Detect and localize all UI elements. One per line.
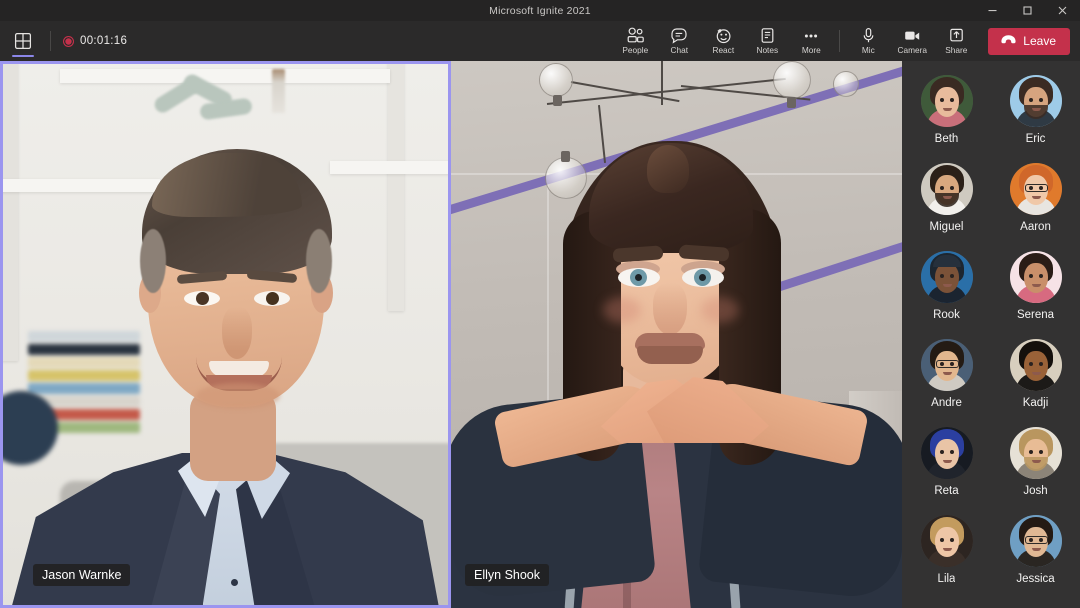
participant-roster: Beth Eric Miguel Aaron Rook Serena Andre Kadji R…: [902, 61, 1080, 608]
roster-participant-name: Kadji: [1022, 397, 1049, 409]
roster-participant-name: Miguel: [929, 221, 964, 233]
share-button[interactable]: Share: [934, 21, 978, 61]
roster-participant[interactable]: Miguel: [902, 159, 991, 247]
participant-name-label: Ellyn Shook: [465, 564, 550, 586]
people-icon: [626, 27, 645, 44]
more-label: More: [801, 45, 821, 55]
avatar: [920, 163, 973, 215]
camera-label: Camera: [897, 45, 928, 55]
avatar: [920, 251, 973, 303]
roster-participant-name: Jessica: [1016, 573, 1055, 585]
gallery-layout-icon: [14, 32, 32, 50]
mic-button[interactable]: Mic: [846, 21, 890, 61]
maximize-button[interactable]: [1010, 0, 1045, 21]
recording-timer: 00:01:16: [80, 35, 128, 47]
window-titlebar: Microsoft Ignite 2021: [0, 0, 1080, 21]
roster-participant[interactable]: Aaron: [991, 159, 1080, 247]
chat-button[interactable]: Chat: [657, 21, 701, 61]
more-button[interactable]: More: [789, 21, 833, 61]
video-stage: Jason Warnke Ellyn Shook: [0, 61, 902, 608]
teams-meeting-window: Microsoft Ignite 2021 00:01:16 People Ch…: [0, 0, 1080, 608]
roster-participant-name: Reta: [934, 485, 959, 497]
tile-avatar-feed: [451, 61, 902, 608]
avatar: [920, 427, 973, 479]
roster-participant-name: Eric: [1025, 133, 1046, 145]
roster-participant[interactable]: Josh: [991, 423, 1080, 511]
camera-button[interactable]: Camera: [890, 21, 934, 61]
avatar: [1009, 75, 1062, 127]
leave-button[interactable]: Leave: [988, 27, 1070, 55]
react-icon: [714, 27, 733, 44]
chat-icon: [670, 27, 688, 44]
video-tile-jason-warnke[interactable]: Jason Warnke: [0, 61, 451, 608]
roster-participant[interactable]: Serena: [991, 247, 1080, 335]
window-title: Microsoft Ignite 2021: [489, 4, 591, 17]
video-tile-ellyn-shook[interactable]: Ellyn Shook: [451, 61, 902, 608]
chat-label: Chat: [670, 45, 689, 55]
minimize-button[interactable]: [975, 0, 1010, 21]
roster-participant-name: Aaron: [1020, 221, 1051, 233]
mic-label: Mic: [861, 45, 875, 55]
avatar: [1009, 339, 1062, 391]
avatar: [1009, 515, 1062, 567]
roster-participant[interactable]: Beth: [902, 71, 991, 159]
avatar: [920, 75, 973, 127]
roster-participant[interactable]: Rook: [902, 247, 991, 335]
roster-participant[interactable]: Andre: [902, 335, 991, 423]
camera-icon: [903, 27, 922, 44]
roster-participant[interactable]: Kadji: [991, 335, 1080, 423]
recording-indicator-icon: [63, 35, 74, 47]
meeting-action-bar: 00:01:16 People Chat React Notes More Mi…: [0, 21, 1080, 61]
share-screen-icon: [948, 27, 965, 44]
roster-participant[interactable]: Jessica: [991, 511, 1080, 599]
window-controls: [975, 0, 1080, 21]
layout-active-indicator: [12, 55, 34, 57]
recording-status: 00:01:16: [55, 21, 135, 61]
avatar: [920, 515, 973, 567]
controls-divider: [839, 30, 841, 52]
roster-participant-name: Rook: [933, 309, 960, 321]
avatar: [1009, 163, 1062, 215]
action-bar-controls: People Chat React Notes More Mic Camera …: [613, 21, 1080, 61]
microphone-icon: [861, 27, 876, 44]
hangup-icon: [1000, 34, 1017, 48]
roster-participant-name: Beth: [934, 133, 959, 145]
roster-participant[interactable]: Lila: [902, 511, 991, 599]
avatar: [920, 339, 973, 391]
people-button[interactable]: People: [613, 21, 657, 61]
avatar: [1009, 251, 1062, 303]
tile-video-feed: [0, 61, 451, 608]
roster-participant-name: Lila: [937, 573, 956, 585]
notes-label: Notes: [756, 45, 779, 55]
more-ellipsis-icon: [802, 27, 820, 44]
gallery-layout-button[interactable]: [0, 21, 46, 61]
notes-button[interactable]: Notes: [745, 21, 789, 61]
roster-participant[interactable]: Eric: [991, 71, 1080, 159]
roster-participant-name: Andre: [931, 397, 962, 409]
react-button[interactable]: React: [701, 21, 745, 61]
roster-participant-name: Serena: [1016, 309, 1055, 321]
leave-label: Leave: [1023, 34, 1056, 48]
action-bar-left: 00:01:16: [0, 21, 135, 61]
close-button[interactable]: [1045, 0, 1080, 21]
roster-participant-name: Josh: [1023, 485, 1048, 497]
participant-name-label: Jason Warnke: [33, 564, 131, 586]
roster-participant[interactable]: Reta: [902, 423, 991, 511]
share-label: Share: [945, 45, 968, 55]
notes-icon: [759, 27, 776, 44]
people-label: People: [622, 45, 649, 55]
react-label: React: [712, 45, 735, 55]
avatar: [1009, 427, 1062, 479]
toolbar-divider: [50, 31, 51, 51]
